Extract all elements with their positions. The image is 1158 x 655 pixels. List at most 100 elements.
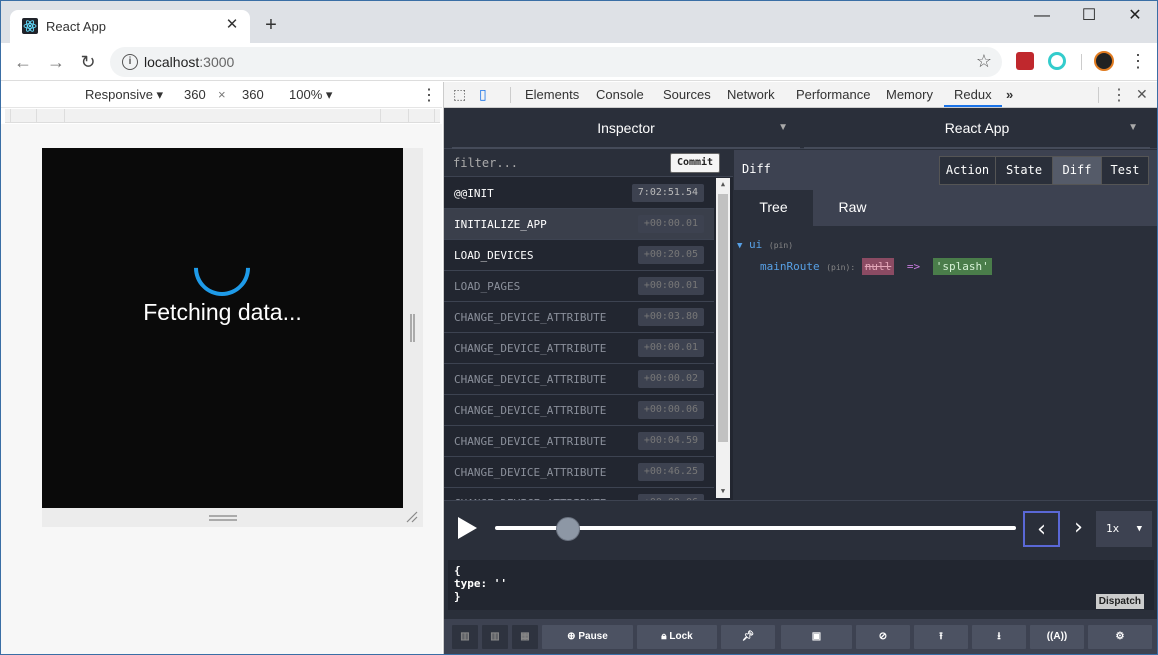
extension-icon-2[interactable] [1048, 52, 1066, 70]
new-tab-icon[interactable]: + [261, 15, 281, 35]
minimize-icon[interactable]: — [1019, 1, 1065, 31]
tab-redux[interactable]: Redux [944, 87, 1002, 107]
settings-gear-icon[interactable]: ⚙ [1088, 625, 1152, 649]
monitor-select[interactable]: Inspector ▼ [452, 109, 800, 149]
scroll-down-icon[interactable]: ▼ [718, 487, 728, 495]
scrollbar-thumb[interactable] [718, 194, 728, 442]
action-list-item[interactable]: CHANGE_DEVICE_ATTRIBUTE+00:00.06 [444, 395, 714, 426]
test-button[interactable]: Test [1101, 156, 1149, 185]
tab-console[interactable]: Console [596, 87, 644, 102]
editor-line: { [454, 564, 461, 577]
browser-menu-icon[interactable]: ⋮ [1129, 52, 1147, 70]
tab-performance[interactable]: Performance [796, 87, 870, 102]
tab-sources[interactable]: Sources [663, 87, 711, 102]
inspect-element-icon[interactable]: ⬚ [453, 86, 466, 103]
loading-spinner [182, 228, 262, 308]
tab-tree[interactable]: Tree [734, 190, 813, 226]
action-list-item[interactable]: CHANGE_DEVICE_ATTRIBUTE +00:00.01 [444, 333, 714, 364]
pin-label[interactable]: (pin) [769, 241, 793, 250]
reload-icon[interactable]: ↻ [77, 51, 99, 73]
extension-icon-1[interactable] [1016, 52, 1034, 70]
url-text: localhost:3000 [144, 54, 234, 70]
zoom-select[interactable]: 100% ▾ [289, 87, 332, 103]
speed-select[interactable]: 1x ▼ [1096, 511, 1152, 547]
remote-icon[interactable]: ((A)) [1030, 625, 1084, 649]
tree-node-ui[interactable]: ▼ ui (pin) [737, 238, 793, 251]
info-icon[interactable]: i [122, 54, 138, 70]
close-tab-icon[interactable]: ✕ [224, 17, 240, 33]
chart-icon[interactable]: ▣ [781, 625, 852, 649]
close-devtools-icon[interactable]: ✕ [1136, 86, 1148, 103]
step-forward-button[interactable]: › [1060, 511, 1097, 547]
device-viewport: Fetching data... [42, 148, 403, 508]
viewport-resize-handle-right[interactable] [410, 314, 415, 342]
timeline-slider-knob[interactable] [555, 517, 580, 541]
action-list-item[interactable]: @@INIT 7:02:51.54 [444, 178, 714, 209]
expand-arrow-icon[interactable]: ▼ [737, 241, 742, 251]
viewport-resize-handle-bottom[interactable] [209, 515, 237, 521]
timer-off-icon[interactable]: ⊘ [856, 625, 910, 649]
monitor-header: Diff Action State Diff Test [734, 150, 1157, 190]
instance-select[interactable]: React App ▼ [804, 109, 1150, 149]
action-list-item[interactable]: CHANGE_DEVICE_ATTRIBUTE +00:46.25 [444, 457, 714, 488]
bookmark-star-icon[interactable]: ☆ [976, 51, 992, 72]
more-tabs-icon[interactable]: » [1006, 87, 1013, 102]
forward-icon[interactable]: → [45, 51, 67, 73]
old-value: null [861, 258, 895, 275]
close-window-icon[interactable]: ✕ [1112, 1, 1157, 31]
action-list-item[interactable]: CHANGE_DEVICE_ATTRIBUTE+00:00.06 [444, 488, 714, 500]
left-panel-icon[interactable]: ▥ [452, 625, 478, 649]
viewport-width-input[interactable]: 360 [184, 87, 206, 102]
maximize-icon[interactable]: ☐ [1066, 1, 1112, 31]
tab-network[interactable]: Network [727, 87, 775, 102]
slider-monitor: ‹ › 1x ▼ [444, 500, 1157, 554]
action-button[interactable]: Action [939, 156, 996, 185]
pause-button[interactable]: ⊕ Pause [542, 625, 633, 649]
monitor-select-label: Inspector [597, 120, 655, 136]
toolbar-separator [1081, 54, 1082, 70]
back-icon[interactable]: ← [12, 51, 34, 73]
address-bar[interactable]: i localhost:3000 ☆ [110, 47, 1002, 77]
commit-button[interactable]: Commit [670, 153, 720, 173]
viewport-resize-corner-icon[interactable] [406, 511, 418, 523]
action-time: +00:00.01 [637, 215, 704, 233]
browser-tab[interactable]: React App ✕ [10, 10, 250, 43]
device-menu-icon[interactable]: ⋮ [421, 85, 437, 105]
action-list-item[interactable]: CHANGE_DEVICE_ATTRIBUTE +00:03.80 [444, 302, 714, 333]
upload-icon[interactable]: ⭱ [914, 625, 968, 649]
diff-button[interactable]: Diff [1052, 156, 1102, 185]
device-toggle-icon[interactable]: ▯ [479, 86, 487, 103]
viewport-height-input[interactable]: 360 [242, 87, 264, 102]
bottom-panel-icon[interactable]: ▦ [512, 625, 538, 649]
action-list-item[interactable]: INITIALIZE_APP +00:00.01 [444, 209, 714, 240]
action-name: LOAD_PAGES [454, 280, 521, 293]
pin-label[interactable]: (pin): [826, 263, 855, 272]
dispatch-button[interactable]: Dispatch [1095, 594, 1144, 609]
action-list-item[interactable]: CHANGE_DEVICE_ATTRIBUTE +00:00.02 [444, 364, 714, 395]
tab-strip: React App ✕ + — ☐ ✕ [1, 1, 1157, 43]
download-icon[interactable]: ⭳ [972, 625, 1026, 649]
tab-elements[interactable]: Elements [525, 87, 579, 102]
device-mode-select[interactable]: Responsive ▾ [85, 87, 163, 103]
devtools-menu-icon[interactable]: ⋮ [1111, 85, 1127, 105]
instance-select-label: React App [944, 120, 1010, 136]
state-button[interactable]: State [995, 156, 1053, 185]
pin-icon[interactable]: 📌︎ [721, 625, 775, 649]
tab-memory[interactable]: Memory [886, 87, 933, 102]
lock-button[interactable]: 🔒︎ Lock [637, 625, 717, 649]
action-list-item[interactable]: LOAD_DEVICES +00:20.05 [444, 240, 714, 271]
scroll-up-icon[interactable]: ▲ [718, 180, 728, 188]
action-list-item[interactable]: LOAD_PAGES +00:00.01 [444, 271, 714, 302]
right-panel-icon[interactable]: ▥ [482, 625, 508, 649]
play-icon[interactable] [458, 517, 477, 539]
media-query-ruler[interactable] [5, 109, 440, 123]
devtools-separator [1098, 87, 1099, 103]
step-back-button[interactable]: ‹ [1023, 511, 1060, 547]
profile-avatar[interactable] [1094, 51, 1114, 71]
tab-raw[interactable]: Raw [813, 190, 892, 226]
dispatch-editor[interactable]: { type: '' } Dispatch [448, 560, 1154, 610]
dispatcher: { type: '' } Dispatch [444, 555, 1157, 615]
filter-input[interactable]: filter... [453, 156, 518, 170]
action-list-item[interactable]: CHANGE_DEVICE_ATTRIBUTE +00:04.59 [444, 426, 714, 457]
action-time: +00:00.02 [637, 370, 704, 388]
